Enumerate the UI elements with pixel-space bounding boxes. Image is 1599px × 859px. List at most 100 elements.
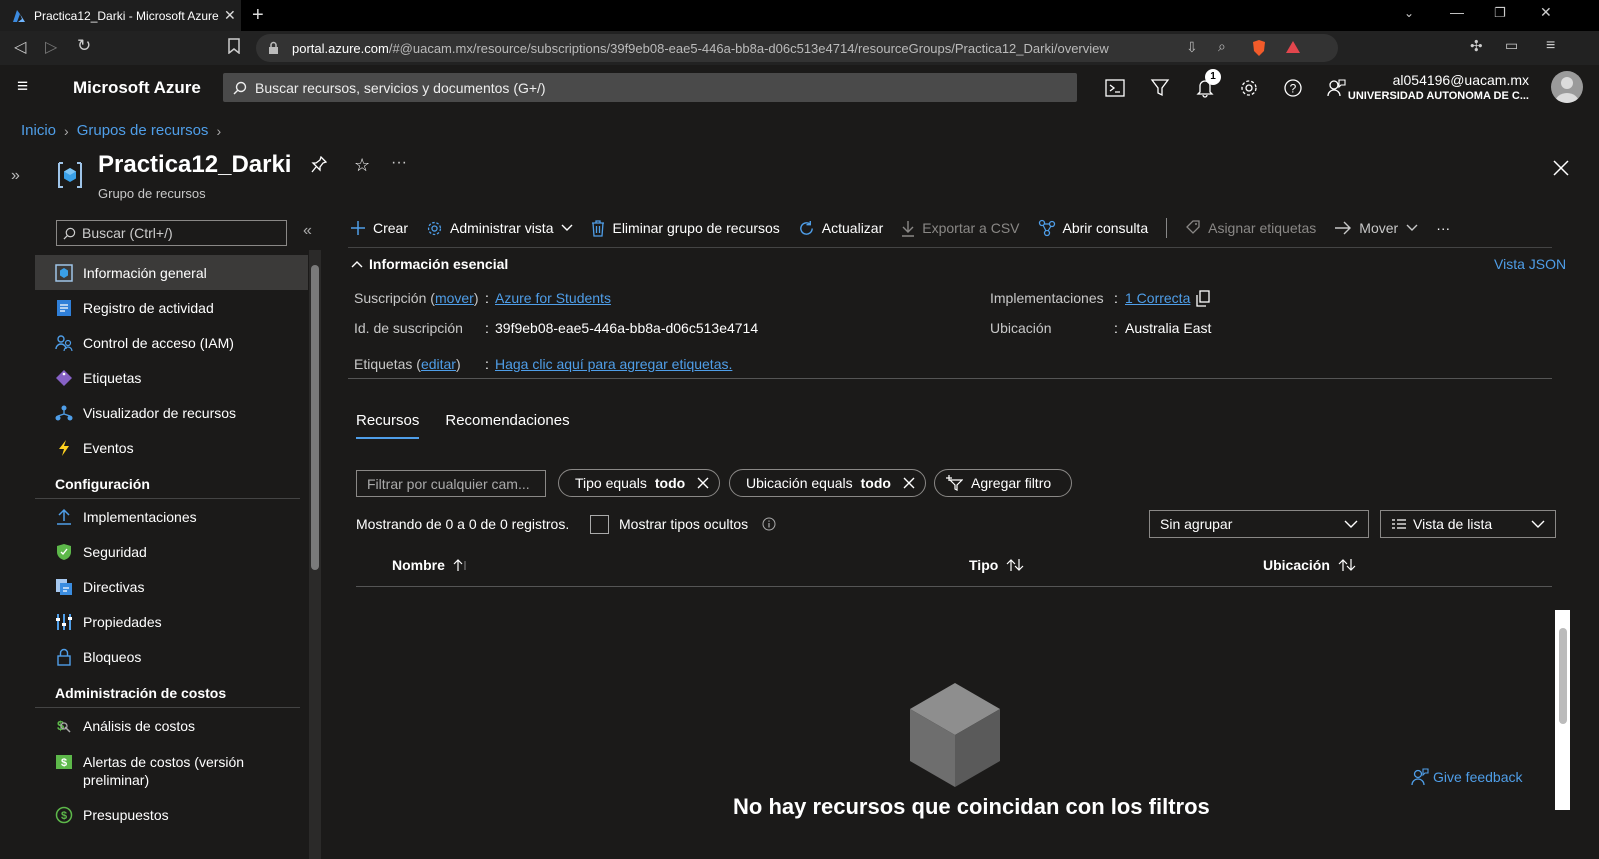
close-blade-icon[interactable] <box>1553 160 1569 176</box>
minimize-icon[interactable]: — <box>1450 4 1464 20</box>
install-app-icon[interactable]: ⇩ <box>1186 39 1198 56</box>
collapse-menu-icon[interactable]: « <box>303 222 312 240</box>
nav-item-budgets[interactable]: $ Presupuestos <box>35 797 308 832</box>
lock-icon <box>55 648 73 666</box>
favorite-star-icon[interactable]: ☆ <box>354 155 370 176</box>
chevron-right-icon: › <box>216 122 222 139</box>
more-options-icon[interactable]: ··· <box>391 154 407 172</box>
copy-icon[interactable] <box>1196 290 1210 307</box>
remove-filter-icon[interactable] <box>903 477 915 489</box>
url-field[interactable]: portal.azure.com/#@uacam.mx/resource/sub… <box>256 34 1338 62</box>
nav-item-tags[interactable]: Etiquetas <box>35 360 308 395</box>
location-filter-pill[interactable]: Ubicación equals todo <box>729 469 926 497</box>
global-search-input[interactable]: Buscar recursos, servicios y documentos … <box>223 73 1077 102</box>
more-commands-button[interactable]: ··· <box>1436 220 1450 236</box>
info-icon[interactable] <box>762 517 776 531</box>
show-hidden-types-checkbox[interactable] <box>590 515 609 534</box>
column-header-type[interactable]: Tipo <box>969 557 1024 573</box>
grouping-dropdown[interactable]: Sin agrupar <box>1149 510 1369 538</box>
portal-menu-icon[interactable]: ≡ <box>17 76 28 98</box>
delete-resource-group-button[interactable]: Eliminar grupo de recursos <box>591 219 780 237</box>
open-query-button[interactable]: Abrir consulta <box>1038 219 1148 237</box>
manage-view-label: Administrar vista <box>450 220 554 236</box>
help-icon[interactable]: ? <box>1280 75 1306 101</box>
bookmark-icon[interactable] <box>228 38 240 54</box>
deployments-link[interactable]: 1 Correcta <box>1125 290 1190 306</box>
nav-section-cost-management: Administración de costos <box>35 674 300 708</box>
assign-tags-button[interactable]: Asignar etiquetas <box>1185 219 1316 237</box>
account-info[interactable]: al054196@uacam.mx UNIVERSIDAD AUTONOMA D… <box>1348 72 1529 102</box>
brave-shield-icon[interactable] <box>1251 39 1267 57</box>
essentials-toggle[interactable]: Información esencial <box>351 256 508 272</box>
nav-item-cost-alerts[interactable]: $ Alertas de costos (versión preliminar) <box>35 743 308 797</box>
add-filter-button[interactable]: Agregar filtro <box>934 469 1073 497</box>
nav-item-activity-log[interactable]: Registro de actividad <box>35 290 308 325</box>
content-scrollbar-thumb[interactable] <box>1559 628 1567 724</box>
column-header-name[interactable]: Nombre <box>392 557 469 573</box>
restore-icon[interactable]: ❐ <box>1494 5 1506 21</box>
nav-item-label: Registro de actividad <box>83 299 214 316</box>
add-tags-link[interactable]: Haga clic aquí para agregar etiquetas. <box>495 356 732 372</box>
nav-item-deployments[interactable]: Implementaciones <box>35 499 308 534</box>
move-subscription-link[interactable]: mover <box>435 290 474 306</box>
nav-item-cost-analysis[interactable]: $ Análisis de costos <box>35 708 308 743</box>
brave-rewards-icon[interactable] <box>1285 40 1301 54</box>
account-email: al054196@uacam.mx <box>1392 72 1529 88</box>
browser-tab[interactable]: Practica12_Darki - Microsoft Azure ✕ <box>0 0 241 31</box>
essentials-header: Información esencial <box>369 256 509 272</box>
zoom-icon[interactable]: ⌕ <box>1218 38 1226 55</box>
close-window-icon[interactable]: ✕ <box>1540 4 1552 21</box>
menu-search-input[interactable]: Buscar (Ctrl+/) <box>56 220 287 246</box>
nav-item-resource-visualizer[interactable]: Visualizador de recursos <box>35 395 308 430</box>
pin-icon[interactable] <box>311 156 327 174</box>
brand-name[interactable]: Microsoft Azure <box>73 78 201 98</box>
breadcrumb-resource-groups-link[interactable]: Grupos de recursos <box>77 122 209 139</box>
close-tab-icon[interactable]: ✕ <box>224 7 236 24</box>
avatar[interactable] <box>1551 71 1583 103</box>
remove-filter-icon[interactable] <box>697 477 709 489</box>
nav-item-events[interactable]: Eventos <box>35 430 308 465</box>
extensions-icon[interactable]: ✣ <box>1470 37 1483 55</box>
menu-search-placeholder: Buscar (Ctrl+/) <box>82 225 173 241</box>
refresh-button[interactable]: Actualizar <box>798 220 883 237</box>
reload-icon[interactable]: ↻ <box>77 36 91 56</box>
menu-scrollbar-thumb[interactable] <box>311 265 319 570</box>
nav-item-overview[interactable]: Información general <box>35 255 308 290</box>
breadcrumb-home-link[interactable]: Inicio <box>21 122 56 139</box>
notifications-icon[interactable]: 1 <box>1192 69 1221 101</box>
cloud-shell-icon[interactable] <box>1102 75 1128 101</box>
give-feedback-link[interactable]: Give feedback <box>1411 768 1523 786</box>
view-mode-dropdown[interactable]: Vista de lista <box>1380 510 1556 538</box>
move-button[interactable]: Mover <box>1334 220 1418 236</box>
new-tab-icon[interactable]: + <box>252 4 264 27</box>
filter-input[interactable]: Filtrar por cualquier cam... <box>356 470 546 497</box>
nav-item-properties[interactable]: Propiedades <box>35 604 308 639</box>
nav-item-security[interactable]: Seguridad <box>35 534 308 569</box>
azure-favicon-icon <box>12 9 26 23</box>
forward-icon[interactable]: ▷ <box>45 37 57 57</box>
nav-item-locks[interactable]: Bloqueos <box>35 639 308 674</box>
show-hidden-types-label[interactable]: Mostrar tipos ocultos <box>619 516 748 532</box>
feedback-person-icon[interactable] <box>1323 75 1349 101</box>
nav-item-policies[interactable]: Directivas <box>35 569 308 604</box>
tab-resources[interactable]: Recursos <box>356 412 420 439</box>
subscription-link[interactable]: Azure for Students <box>495 290 611 306</box>
tab-recommendations[interactable]: Recomendaciones <box>445 412 569 439</box>
column-header-location[interactable]: Ubicación <box>1263 557 1356 573</box>
export-csv-button[interactable]: Exportar a CSV <box>901 220 1020 237</box>
create-button[interactable]: Crear <box>350 220 408 236</box>
access-control-icon <box>55 334 73 352</box>
chevron-right-icon: › <box>64 122 69 139</box>
type-filter-pill[interactable]: Tipo equals todo <box>558 469 721 497</box>
json-view-link[interactable]: Vista JSON <box>1494 256 1566 272</box>
expand-sidebar-icon[interactable]: » <box>11 167 20 185</box>
browser-menu-icon[interactable]: ≡ <box>1546 37 1555 55</box>
back-icon[interactable]: ◁ <box>14 37 26 57</box>
nav-item-iam[interactable]: Control de acceso (IAM) <box>35 325 308 360</box>
directory-filter-icon[interactable] <box>1147 75 1173 101</box>
settings-gear-icon[interactable] <box>1236 75 1262 101</box>
edit-tags-link[interactable]: editar <box>421 356 456 372</box>
tab-list-icon[interactable]: ⌄ <box>1404 6 1414 20</box>
wallet-icon[interactable]: ▭ <box>1505 37 1518 54</box>
manage-view-button[interactable]: Administrar vista <box>426 220 573 237</box>
